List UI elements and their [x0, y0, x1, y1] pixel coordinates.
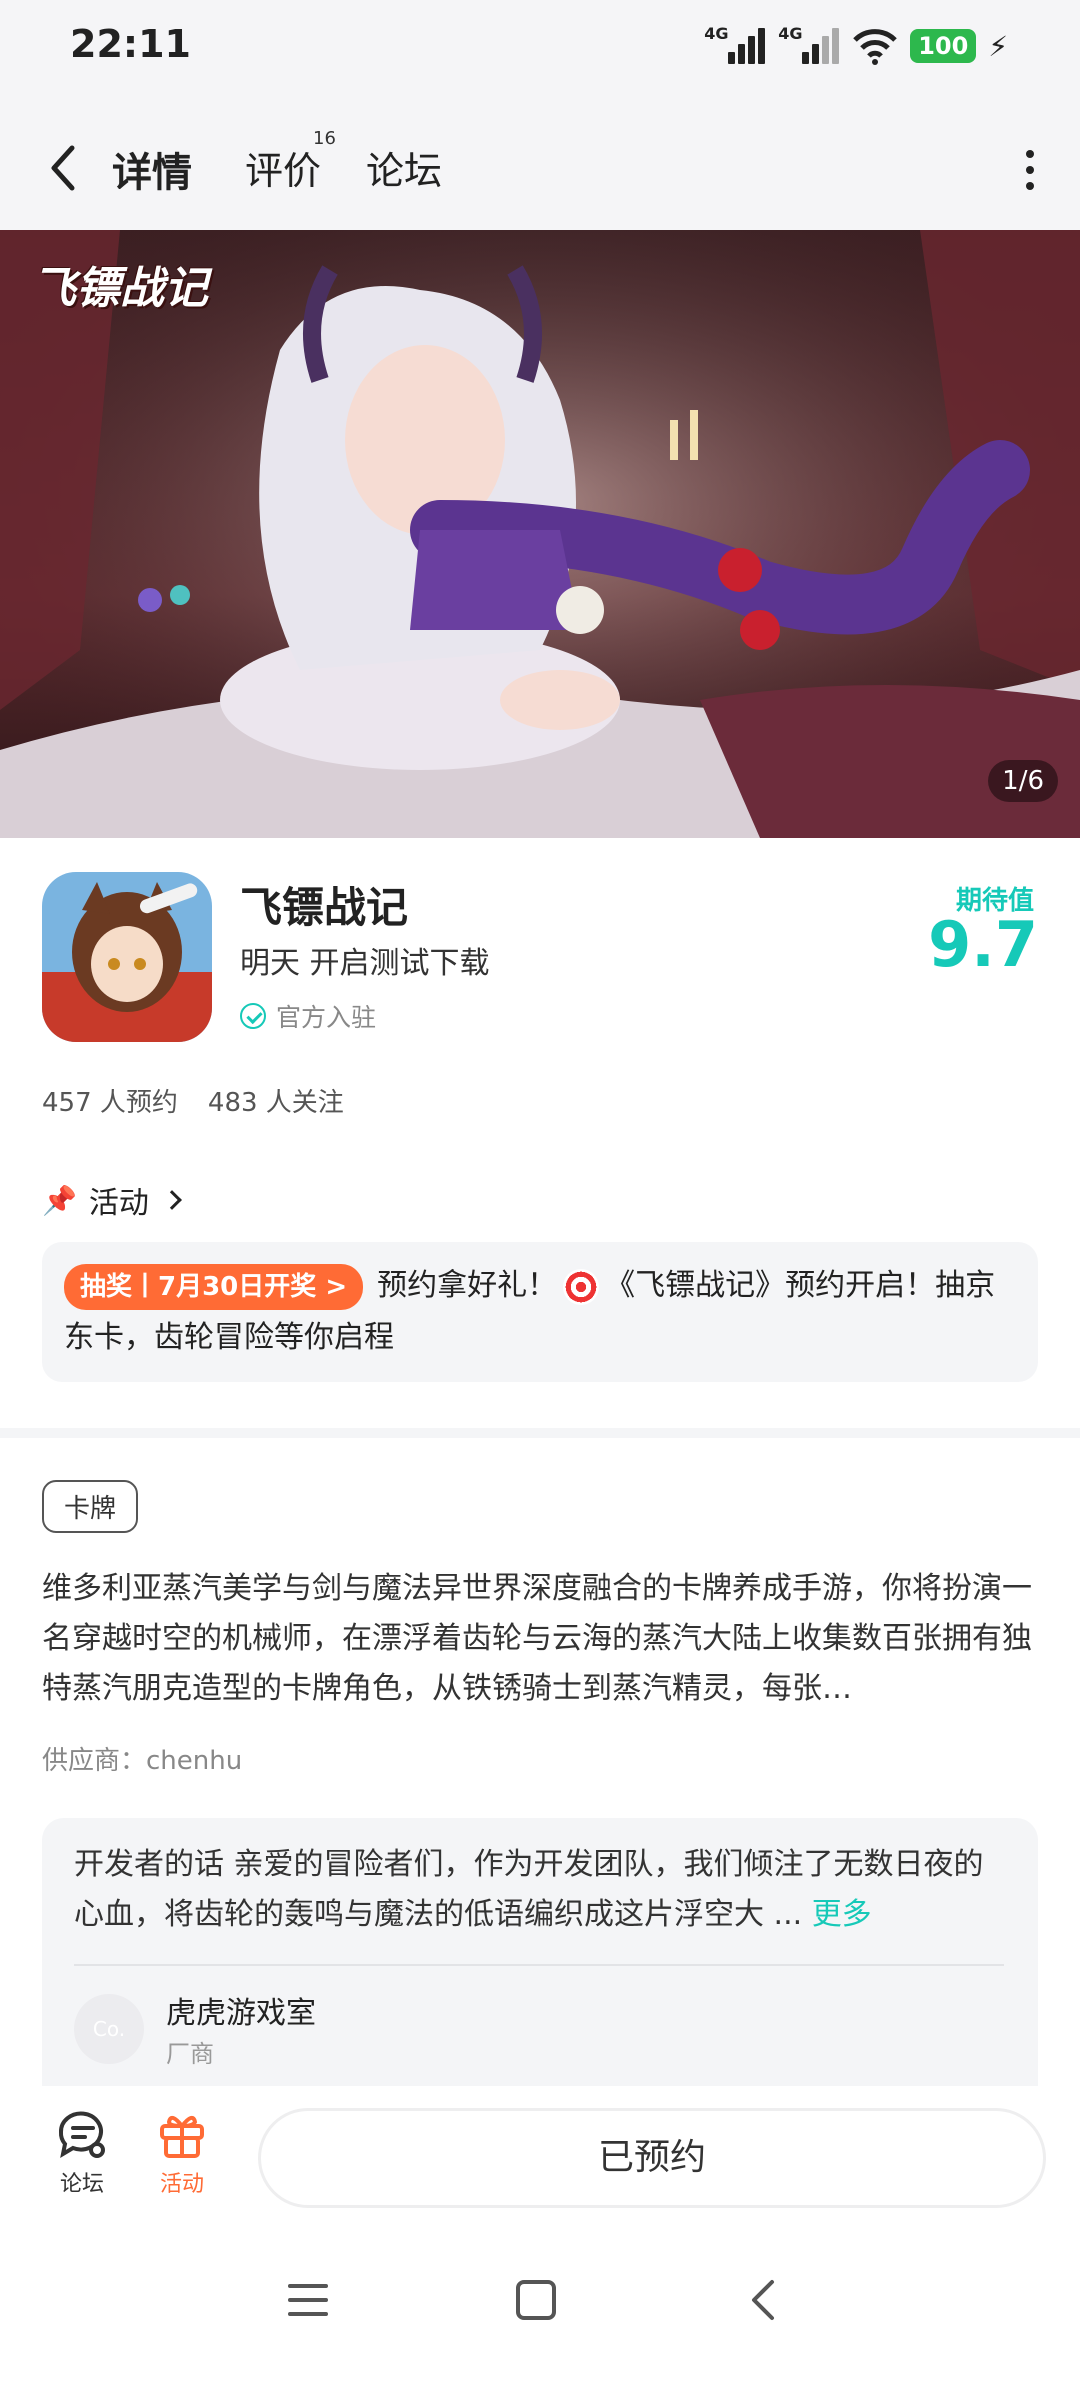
developer-role: 厂商: [166, 2040, 214, 2068]
official-label: 官方入驻: [276, 1003, 377, 1032]
activity-card[interactable]: 抽奖丨7月30日开奖 > 预约拿好礼！ 《飞镖战记》预约开启！抽京东卡，齿轮冒险等你…: [42, 1242, 1038, 1382]
developer-card: 开发者的话 亲爱的冒险者们，作为开发团队，我们倾注了无数日夜的心血，将齿轮的轰鸣…: [42, 1818, 1038, 2086]
reserved-button[interactable]: 已预约: [258, 2108, 1046, 2208]
signal-icon: 4G: [704, 24, 766, 66]
app-info-section: 飞镖战记 明天 开启测试下载 官方入驻 期待值 9.7 457 人预约 483 人…: [0, 838, 1080, 1428]
supplier-info: 供应商：chenhu: [42, 1746, 243, 1776]
menu-icon[interactable]: [286, 2278, 330, 2322]
bottom-action-bar: 论坛 活动 已预约: [0, 2086, 1080, 2216]
tab-label: 详情: [112, 150, 192, 196]
game-description[interactable]: 维多利亚蒸汽美学与剑与魔法异世界深度融合的卡牌养成手游，你将扮演一名穿越时空的机…: [42, 1564, 1038, 1714]
app-release-info: 明天 开启测试下载: [240, 946, 490, 981]
target-icon: [563, 1268, 600, 1305]
follower-count: 483 人关注: [207, 1088, 344, 1118]
home-icon[interactable]: [514, 2278, 558, 2322]
lottery-badge: 抽奖丨7月30日开奖 >: [64, 1263, 364, 1310]
activity-title: 活动: [88, 1186, 149, 1221]
wifi-icon: [853, 29, 898, 65]
app-name: 飞镖战记: [240, 883, 409, 932]
tab-detail[interactable]: 详情: [106, 140, 198, 206]
developer-note[interactable]: 开发者的话 亲爱的冒险者们，作为开发团队，我们倾注了无数日夜的心血，将齿轮的轰鸣…: [74, 1840, 1004, 1940]
verified-icon: [240, 1003, 266, 1029]
battery-icon: 100: [910, 29, 977, 63]
developer-name[interactable]: 虎虎游戏室: [166, 1988, 316, 2032]
activity-label: 活动: [159, 2172, 204, 2197]
game-logo: 飞镖战记: [32, 263, 208, 314]
description-section: 卡牌 维多利亚蒸汽美学与剑与魔法异世界深度融合的卡牌养成手游，你将扮演一名穿越时…: [0, 1438, 1080, 2086]
back-arrow-icon[interactable]: [38, 138, 94, 198]
genre-tag[interactable]: 卡牌: [42, 1480, 139, 1533]
forum-button[interactable]: 论坛: [42, 2110, 122, 2198]
forum-icon: [58, 2111, 105, 2159]
gift-icon: [160, 2115, 204, 2158]
expectation-score: 9.7: [928, 908, 1038, 981]
back-icon[interactable]: [742, 2278, 786, 2322]
developer-avatar[interactable]: Co.: [74, 1994, 144, 2064]
top-nav-bar: 详情 评价 16 论坛: [0, 110, 1080, 230]
charging-icon: ⚡: [988, 29, 1008, 63]
screenshot-carousel[interactable]: 飞镖战记 1/6: [0, 230, 1080, 838]
section-divider: [0, 1428, 1080, 1438]
network-type-label: 4G: [778, 24, 803, 43]
app-icon: [42, 872, 212, 1042]
signal-icon: 4G: [778, 24, 840, 66]
network-type-label: 4G: [704, 24, 729, 43]
official-badge: 官方入驻: [240, 998, 376, 1034]
tab-label: 评价: [245, 149, 322, 193]
tab-label: 论坛: [366, 149, 443, 193]
status-bar: 22:11 4G 4G 100 ⚡: [0, 0, 1080, 110]
system-navigation-bar: [0, 2216, 1080, 2401]
banner-illustration: [0, 230, 1080, 838]
status-time: 22:11: [70, 22, 191, 66]
tab-review[interactable]: 评价 16: [245, 128, 336, 195]
activity-header[interactable]: 📌 活动: [42, 1178, 182, 1222]
tab-forum[interactable]: 论坛: [366, 140, 442, 195]
activity-text: 预约拿好礼！: [377, 1268, 558, 1303]
divider: [74, 1964, 1004, 1966]
pin-icon: 📌: [42, 1183, 77, 1217]
stats-row: 457 人预约 483 人关注: [42, 1082, 344, 1119]
reservation-count: 457 人预约: [42, 1088, 178, 1118]
review-count: 16: [313, 128, 336, 149]
chevron-right-icon: [161, 1190, 182, 1210]
forum-label: 论坛: [59, 2172, 104, 2197]
activity-button[interactable]: 活动: [142, 2110, 222, 2198]
carousel-counter: 1/6: [988, 760, 1058, 802]
more-options-icon[interactable]: [1020, 150, 1040, 194]
status-icons: 4G 4G 100 ⚡: [704, 24, 1008, 66]
more-link[interactable]: 更多: [812, 1897, 872, 1932]
